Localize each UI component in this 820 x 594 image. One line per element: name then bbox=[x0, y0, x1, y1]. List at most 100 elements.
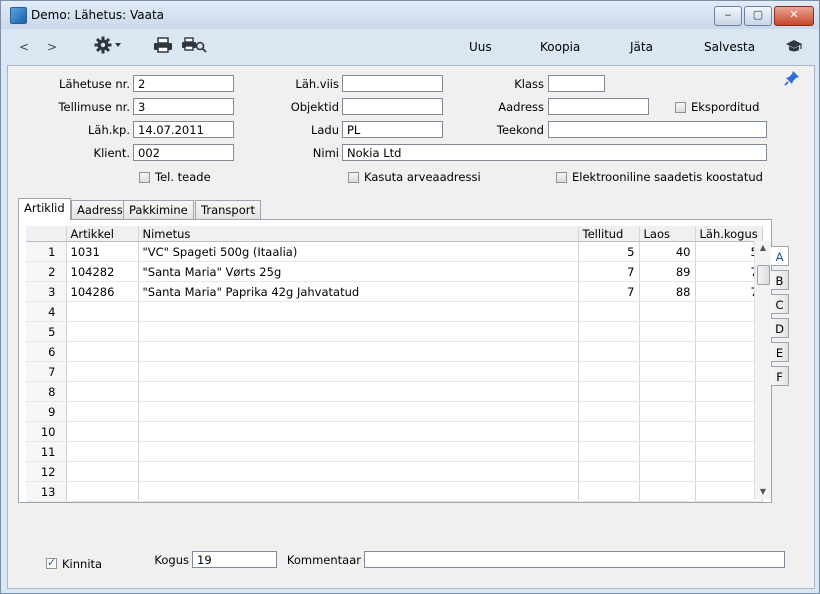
artikkel-cell[interactable] bbox=[66, 341, 139, 362]
elektrooniline-checkbox[interactable] bbox=[556, 172, 567, 183]
klient-field[interactable]: 002 bbox=[133, 144, 234, 161]
teekond-field[interactable] bbox=[548, 121, 767, 138]
lahkogus-cell[interactable] bbox=[695, 401, 763, 422]
lahkogus-cell[interactable] bbox=[695, 421, 763, 442]
laos-cell[interactable]: 40 bbox=[639, 241, 696, 262]
table-row[interactable]: 3 104286 "Santa Maria" Paprika 42g Jahvata… bbox=[26, 281, 763, 302]
scroll-down-arrow[interactable]: ▼ bbox=[755, 485, 771, 499]
side-tab-a[interactable]: A bbox=[771, 246, 789, 266]
objektid-field[interactable] bbox=[342, 98, 443, 115]
tellitud-cell[interactable] bbox=[578, 301, 640, 322]
nimetus-cell[interactable]: "Santa Maria" Vørts 25g bbox=[138, 261, 579, 282]
klass-field[interactable] bbox=[548, 75, 605, 92]
tellitud-cell[interactable] bbox=[578, 401, 640, 422]
minimize-button[interactable]: ‒ bbox=[714, 6, 742, 26]
table-row[interactable]: 10 bbox=[26, 421, 763, 442]
lahviis-field[interactable] bbox=[342, 75, 443, 92]
lahkogus-cell[interactable]: 7 bbox=[695, 261, 763, 282]
nimetus-cell[interactable] bbox=[138, 341, 579, 362]
artikkel-cell[interactable] bbox=[66, 481, 139, 502]
print-button[interactable] bbox=[153, 37, 173, 56]
table-row[interactable]: 12 bbox=[26, 461, 763, 482]
eksporditud-checkbox[interactable] bbox=[675, 102, 686, 113]
tab-aadress[interactable]: Aadress bbox=[71, 200, 129, 219]
lahkogus-cell[interactable] bbox=[695, 381, 763, 402]
lahetuse-nr-field[interactable]: 2 bbox=[133, 75, 234, 92]
col-header-laos[interactable]: Laos bbox=[639, 226, 696, 242]
table-row[interactable]: 11 bbox=[26, 441, 763, 462]
artikkel-cell[interactable] bbox=[66, 461, 139, 482]
lahkogus-cell[interactable] bbox=[695, 341, 763, 362]
tellitud-cell[interactable]: 5 bbox=[578, 241, 640, 262]
nimi-field[interactable]: Nokia Ltd bbox=[342, 144, 767, 161]
artikkel-cell[interactable] bbox=[66, 441, 139, 462]
tellitud-cell[interactable]: 7 bbox=[578, 281, 640, 302]
nimetus-cell[interactable] bbox=[138, 481, 579, 502]
nimetus-cell[interactable] bbox=[138, 441, 579, 462]
tellitud-cell[interactable]: 7 bbox=[578, 261, 640, 282]
tellitud-cell[interactable] bbox=[578, 381, 640, 402]
scroll-thumb[interactable] bbox=[757, 265, 770, 285]
ladu-field[interactable]: PL bbox=[342, 121, 443, 138]
artikkel-cell[interactable]: 104282 bbox=[66, 261, 139, 282]
pin-button[interactable] bbox=[784, 70, 800, 89]
tel-teade-checkbox[interactable] bbox=[139, 172, 150, 183]
side-tab-b[interactable]: B bbox=[771, 270, 789, 290]
help-button[interactable] bbox=[785, 39, 803, 56]
laos-cell[interactable] bbox=[639, 321, 696, 342]
lahkogus-cell[interactable]: 5 bbox=[695, 241, 763, 262]
side-tab-e[interactable]: E bbox=[771, 342, 789, 362]
artikkel-cell[interactable] bbox=[66, 421, 139, 442]
nimetus-cell[interactable] bbox=[138, 421, 579, 442]
laos-cell[interactable] bbox=[639, 361, 696, 382]
copy-button[interactable]: Koopia bbox=[540, 40, 580, 54]
artikkel-cell[interactable] bbox=[66, 321, 139, 342]
lahkogus-cell[interactable] bbox=[695, 461, 763, 482]
table-row[interactable]: 7 bbox=[26, 361, 763, 382]
laos-cell[interactable] bbox=[639, 441, 696, 462]
scroll-up-arrow[interactable]: ▲ bbox=[755, 241, 771, 255]
nimetus-cell[interactable] bbox=[138, 401, 579, 422]
lahkogus-cell[interactable] bbox=[695, 481, 763, 502]
table-row[interactable]: 11031"VC" Spageti 500g (Itaalia)5405 bbox=[26, 241, 763, 262]
kinnita-checkbox[interactable] bbox=[46, 556, 57, 569]
tab-pakkimine[interactable]: Pakkimine bbox=[123, 200, 194, 219]
nimetus-cell[interactable] bbox=[138, 461, 579, 482]
kasuta-arveaadressi-checkbox[interactable] bbox=[348, 172, 359, 183]
tellimuse-nr-field[interactable]: 3 bbox=[133, 98, 234, 115]
settings-button[interactable] bbox=[93, 35, 123, 58]
lahkp-field[interactable]: 14.07.2011 bbox=[133, 121, 234, 138]
aadress-field[interactable] bbox=[548, 98, 649, 115]
print-preview-button[interactable] bbox=[181, 37, 207, 56]
lahkogus-cell[interactable] bbox=[695, 321, 763, 342]
tellitud-cell[interactable] bbox=[578, 441, 640, 462]
table-row[interactable]: 8 bbox=[26, 381, 763, 402]
col-header-artikkel[interactable]: Artikkel bbox=[66, 226, 139, 242]
kommentaar-field[interactable] bbox=[364, 551, 785, 568]
grid-scrollbar[interactable]: ▲ ▼ bbox=[754, 241, 771, 499]
back-button[interactable]: < bbox=[19, 40, 29, 54]
table-row[interactable]: 5 bbox=[26, 321, 763, 342]
col-header-lahkogus[interactable]: Läh.kogus bbox=[695, 226, 763, 242]
nimetus-cell[interactable]: "Santa Maria" Paprika 42g Jahvatatud bbox=[138, 281, 579, 302]
artikkel-cell[interactable]: 1031 bbox=[66, 241, 139, 262]
tellitud-cell[interactable] bbox=[578, 421, 640, 442]
forward-button[interactable]: > bbox=[47, 40, 57, 54]
table-row[interactable]: 2104282"Santa Maria" Vørts 25g7897 bbox=[26, 261, 763, 282]
nimetus-cell[interactable]: "VC" Spageti 500g (Itaalia) bbox=[138, 241, 579, 262]
side-tab-f[interactable]: F bbox=[771, 366, 789, 386]
save-button[interactable]: Salvesta bbox=[704, 40, 755, 54]
tellitud-cell[interactable] bbox=[578, 321, 640, 342]
tab-transport[interactable]: Transport bbox=[195, 200, 261, 219]
tellitud-cell[interactable] bbox=[578, 341, 640, 362]
laos-cell[interactable]: 88 bbox=[639, 281, 696, 302]
artikkel-cell[interactable]: 104286 bbox=[66, 281, 139, 302]
table-row[interactable]: 4 bbox=[26, 301, 763, 322]
lahkogus-cell[interactable] bbox=[695, 441, 763, 462]
tellitud-cell[interactable] bbox=[578, 481, 640, 502]
laos-cell[interactable] bbox=[639, 481, 696, 502]
kogus-field[interactable]: 19 bbox=[192, 551, 277, 568]
laos-cell[interactable] bbox=[639, 401, 696, 422]
laos-cell[interactable] bbox=[639, 421, 696, 442]
side-tab-c[interactable]: C bbox=[771, 294, 789, 314]
